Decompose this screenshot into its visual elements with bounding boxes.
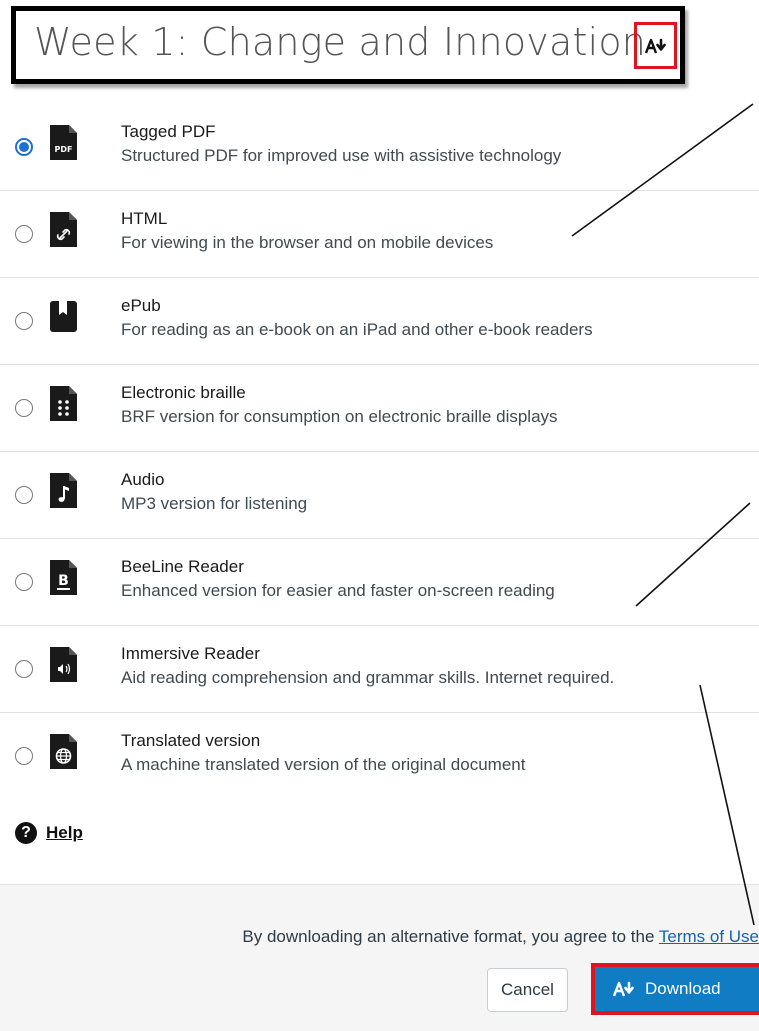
terms-of-use-link[interactable]: Terms of Use <box>659 927 759 946</box>
option-title: Audio <box>121 470 165 489</box>
radio-tagged-pdf[interactable] <box>15 138 33 156</box>
option-description: MP3 version for listening <box>121 494 308 513</box>
option-description: For reading as an e-book on an iPad and … <box>121 320 593 339</box>
page-title: Week 1: Change and Innovation <box>34 20 647 64</box>
immersive-reader-file-icon <box>50 647 77 682</box>
svg-text:B: B <box>58 573 69 589</box>
radio-beeline[interactable] <box>15 573 33 591</box>
pdf-file-icon: PDF <box>50 125 77 160</box>
agreement-text: By downloading an alternative format, yo… <box>242 927 759 947</box>
option-description: Aid reading comprehension and grammar sk… <box>121 668 615 687</box>
format-option-beeline[interactable]: B BeeLine Reader Enhanced version for ea… <box>0 539 759 626</box>
help-link[interactable]: Help <box>46 823 83 843</box>
option-title: HTML <box>121 209 168 228</box>
radio-braille[interactable] <box>15 399 33 417</box>
help-link-row[interactable]: ? Help <box>15 822 83 844</box>
option-title: BeeLine Reader <box>121 557 244 576</box>
option-title: Translated version <box>121 731 261 750</box>
alt-format-button[interactable] <box>634 22 677 69</box>
format-option-audio[interactable]: Audio MP3 version for listening <box>0 452 759 539</box>
cancel-button[interactable]: Cancel <box>487 968 568 1012</box>
radio-translated[interactable] <box>15 747 33 765</box>
question-circle-icon: ? <box>15 822 37 844</box>
format-options-list: PDF Tagged PDF Structured PDF for improv… <box>0 104 759 799</box>
alt-format-download-icon <box>613 981 634 997</box>
format-option-braille[interactable]: Electronic braille BRF version for consu… <box>0 365 759 452</box>
option-title: Electronic braille <box>121 383 246 402</box>
format-option-html[interactable]: HTML For viewing in the browser and on m… <box>0 191 759 278</box>
radio-epub[interactable] <box>15 312 33 330</box>
format-option-tagged-pdf[interactable]: PDF Tagged PDF Structured PDF for improv… <box>0 104 759 191</box>
svg-text:PDF: PDF <box>55 145 73 154</box>
html-link-file-icon <box>50 212 77 247</box>
download-highlight-frame: Download <box>591 963 759 1015</box>
format-option-translated[interactable]: Translated version A machine translated … <box>0 713 759 799</box>
option-description: BRF version for consumption on electroni… <box>121 407 558 426</box>
option-title: Tagged PDF <box>121 122 216 141</box>
radio-audio[interactable] <box>15 486 33 504</box>
radio-html[interactable] <box>15 225 33 243</box>
audio-file-icon <box>50 473 77 508</box>
alt-format-download-icon <box>644 38 666 53</box>
globe-file-icon <box>50 734 77 769</box>
option-description: For viewing in the browser and on mobile… <box>121 233 494 252</box>
epub-book-icon <box>50 301 77 332</box>
dialog-footer: By downloading an alternative format, yo… <box>0 884 759 1031</box>
braille-file-icon <box>50 386 77 421</box>
option-description: Enhanced version for easier and faster o… <box>121 581 555 600</box>
radio-immersive-reader[interactable] <box>15 660 33 678</box>
format-option-epub[interactable]: ePub For reading as an e-book on an iPad… <box>0 278 759 365</box>
page-title-box: Week 1: Change and Innovation <box>11 6 685 84</box>
download-button[interactable]: Download <box>603 971 759 1007</box>
option-description: A machine translated version of the orig… <box>121 755 526 774</box>
option-title: ePub <box>121 296 161 315</box>
format-option-immersive-reader[interactable]: Immersive Reader Aid reading comprehensi… <box>0 626 759 713</box>
agreement-prefix: By downloading an alternative format, yo… <box>242 927 659 946</box>
download-label: Download <box>645 979 721 998</box>
option-description: Structured PDF for improved use with ass… <box>121 146 562 165</box>
option-title: Immersive Reader <box>121 644 260 663</box>
beeline-file-icon: B <box>50 560 77 595</box>
